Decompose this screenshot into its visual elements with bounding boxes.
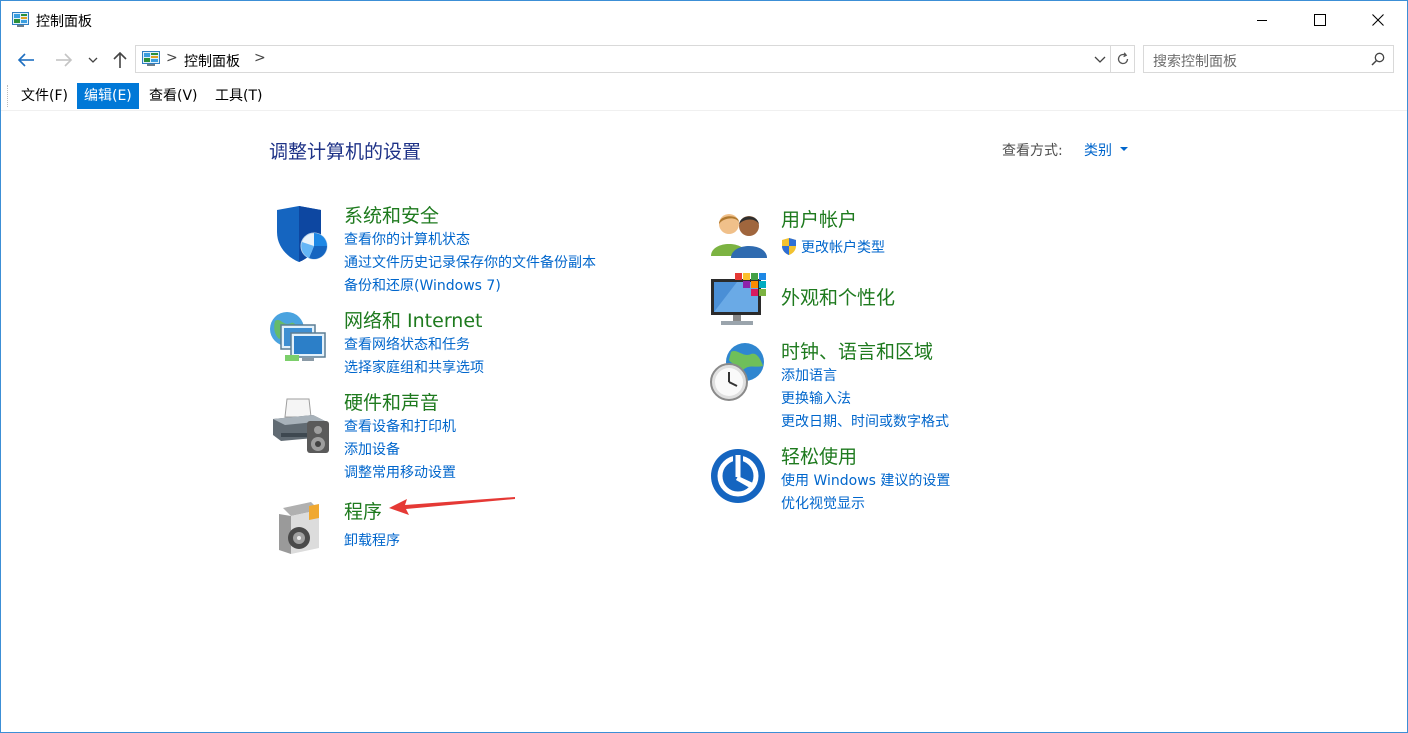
menu-tools[interactable]: 工具(T) bbox=[208, 83, 269, 109]
search-icon[interactable] bbox=[1371, 52, 1385, 66]
search-box[interactable]: 搜索控制面板 bbox=[1143, 45, 1394, 73]
link-uninstall-program[interactable]: 卸载程序 bbox=[344, 530, 400, 550]
close-button[interactable] bbox=[1349, 1, 1407, 39]
forward-arrow-icon bbox=[56, 53, 73, 67]
chevron-down-icon bbox=[1094, 56, 1106, 63]
link-change-input-method[interactable]: 更换输入法 bbox=[781, 388, 851, 408]
category-appearance[interactable]: 外观和个性化 bbox=[781, 283, 895, 310]
breadcrumb-separator[interactable]: > bbox=[166, 50, 178, 66]
link-change-date-format[interactable]: 更改日期、时间或数字格式 bbox=[781, 411, 949, 431]
breadcrumb-control-panel[interactable]: 控制面板 bbox=[184, 51, 240, 71]
refresh-button[interactable] bbox=[1111, 46, 1135, 72]
back-arrow-icon bbox=[17, 53, 34, 67]
window-title: 控制面板 bbox=[36, 14, 92, 30]
up-button[interactable] bbox=[107, 47, 133, 73]
link-homegroup-sharing[interactable]: 选择家庭组和共享选项 bbox=[344, 357, 484, 377]
link-file-history-backup[interactable]: 通过文件历史记录保存你的文件备份副本 bbox=[344, 252, 596, 272]
menu-edit[interactable]: 编辑(E) bbox=[77, 83, 139, 109]
link-mobility-settings[interactable]: 调整常用移动设置 bbox=[344, 462, 456, 482]
link-add-language[interactable]: 添加语言 bbox=[781, 365, 837, 385]
category-system-security[interactable]: 系统和安全 bbox=[344, 201, 439, 228]
monitor-icon[interactable] bbox=[709, 271, 769, 331]
menu-bar: 文件(F) 编辑(E) 查看(V) 工具(T) bbox=[1, 81, 1407, 111]
address-history-button[interactable] bbox=[1090, 46, 1110, 72]
network-icon[interactable] bbox=[269, 307, 329, 367]
link-add-device[interactable]: 添加设备 bbox=[344, 439, 400, 459]
category-hardware-sound[interactable]: 硬件和声音 bbox=[344, 388, 439, 415]
search-input[interactable]: 搜索控制面板 bbox=[1153, 51, 1237, 71]
control-panel-icon bbox=[142, 51, 160, 66]
category-network-internet[interactable]: 网络和 Internet bbox=[344, 306, 482, 333]
programs-icon[interactable] bbox=[269, 498, 329, 558]
printer-icon[interactable] bbox=[269, 395, 329, 455]
control-panel-app-icon bbox=[12, 12, 29, 27]
link-view-computer-status[interactable]: 查看你的计算机状态 bbox=[344, 229, 470, 249]
link-change-account-type[interactable]: 更改帐户类型 bbox=[801, 237, 885, 257]
category-clock-region[interactable]: 时钟、语言和区域 bbox=[781, 337, 933, 364]
maximize-icon bbox=[1314, 14, 1326, 26]
menu-view[interactable]: 查看(V) bbox=[142, 83, 205, 109]
page-title: 调整计算机的设置 bbox=[269, 141, 422, 163]
back-button[interactable] bbox=[13, 47, 39, 73]
category-ease-of-access[interactable]: 轻松使用 bbox=[781, 442, 857, 469]
uac-shield-icon bbox=[782, 238, 796, 255]
link-backup-restore[interactable]: 备份和还原(Windows 7) bbox=[344, 275, 501, 295]
caret-down-icon[interactable] bbox=[1120, 147, 1128, 151]
clock-globe-icon[interactable] bbox=[709, 342, 769, 402]
recent-locations-button[interactable] bbox=[83, 47, 103, 73]
category-programs[interactable]: 程序 bbox=[344, 497, 382, 524]
category-user-accounts[interactable]: 用户帐户 bbox=[781, 205, 857, 232]
minimize-icon bbox=[1257, 20, 1267, 21]
menu-grip bbox=[7, 85, 9, 107]
link-network-status[interactable]: 查看网络状态和任务 bbox=[344, 334, 470, 354]
close-icon bbox=[1372, 14, 1384, 26]
view-by-label: 查看方式: bbox=[1002, 143, 1063, 159]
minimize-button[interactable] bbox=[1233, 1, 1291, 39]
view-by-dropdown[interactable]: 类别 bbox=[1084, 140, 1112, 160]
menu-file[interactable]: 文件(F) bbox=[14, 83, 75, 109]
breadcrumb-separator[interactable]: > bbox=[254, 50, 266, 66]
control-panel-window: 控制面板 > 控制面板 > 搜索控制面板 文件(F) 编辑(E) 查看(V) 工… bbox=[0, 0, 1408, 733]
link-optimize-visual-display[interactable]: 优化视觉显示 bbox=[781, 493, 865, 513]
chevron-down-icon bbox=[88, 57, 98, 63]
forward-button[interactable] bbox=[51, 47, 77, 73]
shield-icon[interactable] bbox=[269, 204, 329, 264]
navigation-bar: > 控制面板 > 搜索控制面板 bbox=[1, 39, 1407, 81]
link-windows-recommended-settings[interactable]: 使用 Windows 建议的设置 bbox=[781, 470, 950, 490]
users-icon[interactable] bbox=[709, 206, 769, 266]
title-bar: 控制面板 bbox=[1, 1, 1407, 39]
address-bar[interactable]: > 控制面板 > bbox=[135, 45, 1135, 73]
maximize-button[interactable] bbox=[1291, 1, 1349, 39]
link-devices-printers[interactable]: 查看设备和打印机 bbox=[344, 416, 456, 436]
up-arrow-icon bbox=[113, 51, 127, 68]
ease-of-access-icon[interactable] bbox=[709, 447, 769, 507]
annotation-arrow bbox=[389, 497, 515, 515]
refresh-icon bbox=[1117, 52, 1129, 65]
